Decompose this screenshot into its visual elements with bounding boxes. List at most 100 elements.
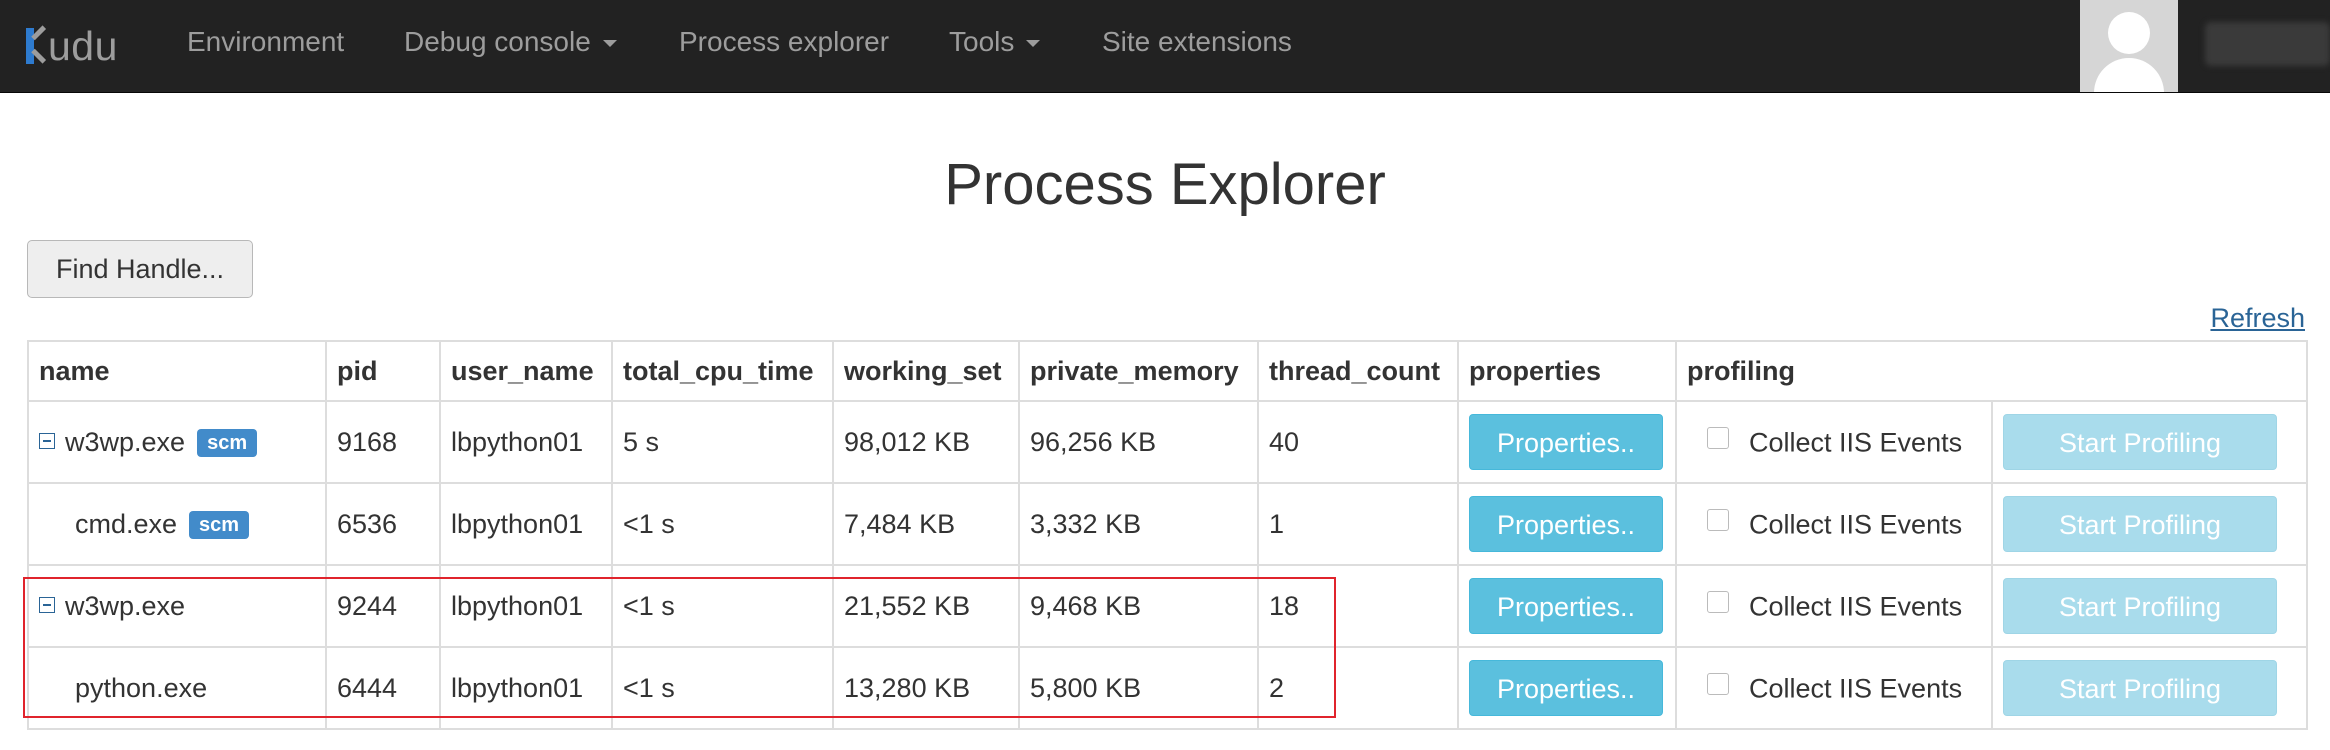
start-profiling-button[interactable]: Start Profiling xyxy=(2003,496,2277,552)
brand-text: udu xyxy=(48,22,118,69)
nav-item-label: Environment xyxy=(187,26,345,57)
nav-item-label: Site extensions xyxy=(1102,26,1292,57)
profiling-cell: Start Profiling xyxy=(1990,482,2309,566)
nav-item-label: Debug console xyxy=(404,26,591,57)
scm-badge: scm xyxy=(189,511,250,540)
pid-cell: 9244 xyxy=(325,564,441,648)
nav-item-environment[interactable]: Environment xyxy=(187,0,344,92)
collect-iis-events-label: Collect IIS Events xyxy=(1749,427,1963,458)
collect-events-cell: Collect IIS Events xyxy=(1675,564,1993,648)
process-name[interactable]: cmd.exe xyxy=(39,509,177,540)
user-name-cell: lbpython01 xyxy=(439,646,613,730)
working-set-cell: 98,012 KB xyxy=(832,400,1020,484)
profiling-cell: Start Profiling xyxy=(1990,564,2309,648)
nav-item-label: Process explorer xyxy=(679,26,890,57)
column-header-total-cpu-time: total_cpu_time xyxy=(611,340,834,402)
cpu-time-cell: 5 s xyxy=(611,400,834,484)
top-navbar: udu Environment Debug console Process ex… xyxy=(0,0,2330,93)
thread-count-cell: 1 xyxy=(1257,482,1459,566)
caret-down-icon xyxy=(602,40,617,48)
nav-item-label: Tools xyxy=(949,26,1015,57)
properties-button[interactable]: Properties.. xyxy=(1469,578,1663,634)
column-header-private-memory: private_memory xyxy=(1018,340,1259,402)
process-name[interactable]: python.exe xyxy=(39,673,207,704)
collect-iis-events-checkbox[interactable] xyxy=(1707,508,1729,531)
properties-cell: Properties.. xyxy=(1457,482,1677,566)
thread-count-cell: 2 xyxy=(1257,646,1459,730)
caret-down-icon xyxy=(1026,40,1041,48)
collect-iis-events-checkbox[interactable] xyxy=(1707,590,1729,613)
process-table: name pid user_name total_cpu_time workin… xyxy=(27,340,2309,730)
collect-iis-events-label: Collect IIS Events xyxy=(1749,509,1963,540)
minus-square-icon[interactable] xyxy=(39,433,55,450)
user-name-cell: lbpython01 xyxy=(439,482,613,566)
start-profiling-button[interactable]: Start Profiling xyxy=(2003,414,2277,470)
thread-count-cell: 18 xyxy=(1257,564,1459,648)
properties-button[interactable]: Properties.. xyxy=(1469,660,1663,716)
properties-cell: Properties.. xyxy=(1457,564,1677,648)
collect-events-cell: Collect IIS Events xyxy=(1675,400,1993,484)
cpu-time-cell: <1 s xyxy=(611,646,834,730)
find-handle-button[interactable]: Find Handle... xyxy=(27,240,253,298)
table-row: w3wp.exe 9244 lbpython01 <1 s 21,552 KB … xyxy=(27,564,2309,648)
column-header-pid: pid xyxy=(325,340,441,402)
cpu-time-cell: <1 s xyxy=(611,482,834,566)
account-name-redacted xyxy=(2205,22,2330,66)
pid-cell: 6444 xyxy=(325,646,441,730)
pid-cell: 6536 xyxy=(325,482,441,566)
pid-cell: 9168 xyxy=(325,400,441,484)
column-header-profiling: profiling xyxy=(1674,340,2309,402)
refresh-link[interactable]: Refresh xyxy=(2210,303,2305,334)
user-silhouette-icon xyxy=(2108,12,2150,54)
collect-iis-events-label: Collect IIS Events xyxy=(1749,591,1963,622)
thread-count-cell: 40 xyxy=(1257,400,1459,484)
process-name-cell: cmd.exe scm xyxy=(27,482,327,566)
nav-item-site-extensions[interactable]: Site extensions xyxy=(1102,0,1292,92)
table-row: cmd.exe scm 6536 lbpython01 <1 s 7,484 KB… xyxy=(27,482,2309,566)
nav-item-debug-console[interactable]: Debug console xyxy=(404,0,617,92)
collect-events-cell: Collect IIS Events xyxy=(1675,646,1993,730)
collect-iis-events-label: Collect IIS Events xyxy=(1749,673,1963,704)
table-row: python.exe 6444 lbpython01 <1 s 13,280 K… xyxy=(27,646,2309,730)
column-header-working-set: working_set xyxy=(832,340,1020,402)
process-name-cell: w3wp.exe xyxy=(27,564,327,648)
private-memory-cell: 9,468 KB xyxy=(1018,564,1259,648)
collect-iis-events-checkbox[interactable] xyxy=(1707,672,1729,695)
table-header-row: name pid user_name total_cpu_time workin… xyxy=(27,340,2309,402)
private-memory-cell: 3,332 KB xyxy=(1018,482,1259,566)
profiling-cell: Start Profiling xyxy=(1990,400,2309,484)
working-set-cell: 7,484 KB xyxy=(832,482,1020,566)
nav-item-tools[interactable]: Tools xyxy=(949,0,1041,92)
start-profiling-button[interactable]: Start Profiling xyxy=(2003,660,2277,716)
kudu-logo-icon xyxy=(26,25,47,64)
minus-square-icon[interactable] xyxy=(39,597,55,614)
properties-button[interactable]: Properties.. xyxy=(1469,414,1663,470)
start-profiling-button[interactable]: Start Profiling xyxy=(2003,578,2277,634)
table-row: w3wp.exe scm 9168 lbpython01 5 s 98,012 K… xyxy=(27,400,2309,484)
user-avatar[interactable] xyxy=(2080,0,2178,92)
user-name-cell: lbpython01 xyxy=(439,400,613,484)
process-name[interactable]: w3wp.exe xyxy=(65,591,185,621)
collect-iis-events-checkbox[interactable] xyxy=(1707,426,1729,449)
process-name-cell: w3wp.exe scm xyxy=(27,400,327,484)
process-name[interactable]: w3wp.exe xyxy=(65,427,185,457)
column-header-user-name: user_name xyxy=(439,340,613,402)
cpu-time-cell: <1 s xyxy=(611,564,834,648)
working-set-cell: 13,280 KB xyxy=(832,646,1020,730)
page-title: Process Explorer xyxy=(944,152,1386,217)
private-memory-cell: 96,256 KB xyxy=(1018,400,1259,484)
working-set-cell: 21,552 KB xyxy=(832,564,1020,648)
private-memory-cell: 5,800 KB xyxy=(1018,646,1259,730)
profiling-cell: Start Profiling xyxy=(1990,646,2309,730)
brand-logo[interactable]: udu xyxy=(26,18,118,74)
column-header-thread-count: thread_count xyxy=(1257,340,1459,402)
properties-button[interactable]: Properties.. xyxy=(1469,496,1663,552)
properties-cell: Properties.. xyxy=(1457,646,1677,730)
user-name-cell: lbpython01 xyxy=(439,564,613,648)
process-name-cell: python.exe xyxy=(27,646,327,730)
column-header-name: name xyxy=(27,340,327,402)
scm-badge: scm xyxy=(197,429,258,458)
collect-events-cell: Collect IIS Events xyxy=(1675,482,1993,566)
nav-item-process-explorer[interactable]: Process explorer xyxy=(679,0,889,92)
column-header-properties: properties xyxy=(1457,340,1677,402)
